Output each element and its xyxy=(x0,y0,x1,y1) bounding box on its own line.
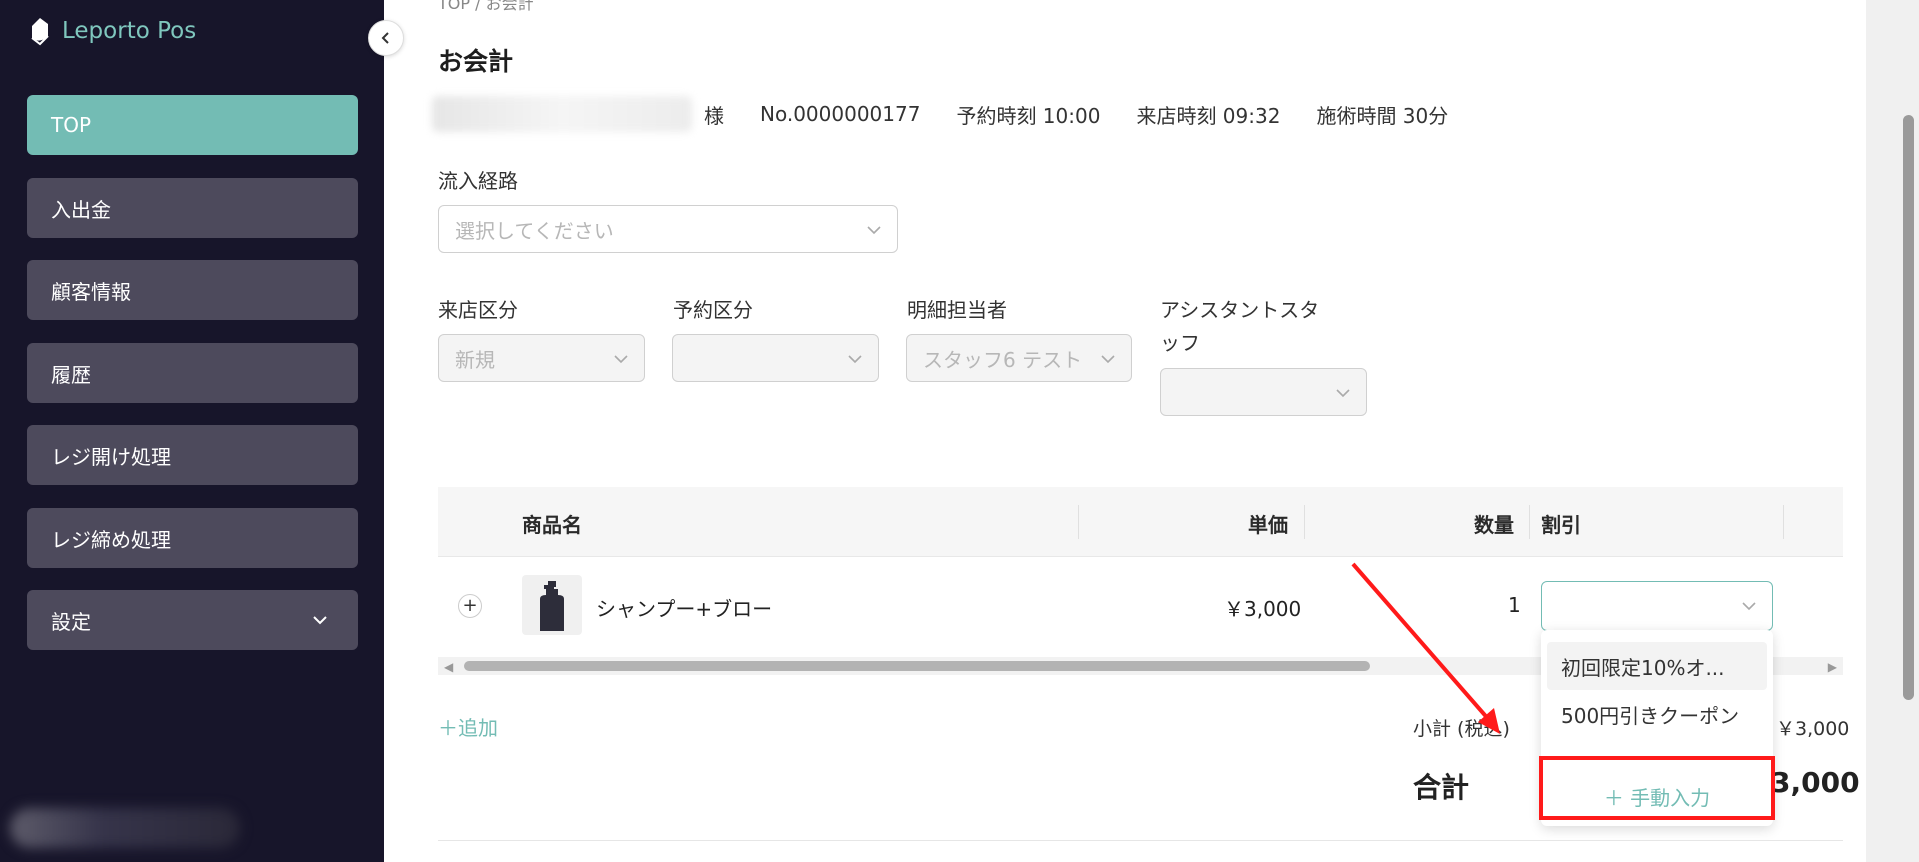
sidebar-collapse-button[interactable] xyxy=(368,20,404,56)
chevron-left-icon xyxy=(381,32,389,44)
shampoo-bottle-icon xyxy=(540,581,564,631)
sidebar-item-customer-info[interactable]: 顧客情報 xyxy=(27,260,358,320)
staff-label: 明細担当者 xyxy=(907,298,1007,322)
product-name: シャンプー+ブロー xyxy=(596,597,773,621)
table-header: 商品名 単価 数量 割引 xyxy=(438,487,1843,557)
arrival-time: 来店時刻 09:32 xyxy=(1136,103,1281,128)
sidebar-item-register-open[interactable]: レジ開け処理 xyxy=(27,425,358,485)
subtotal-value: ￥3,000 xyxy=(1776,718,1850,740)
sidebar: Leporto Pos TOP 入出金 顧客情報 履歴 レジ開け処理 レジ締め処… xyxy=(0,0,384,862)
chevron-down-icon xyxy=(1101,355,1115,364)
column-divider xyxy=(1078,505,1079,539)
manual-entry-button[interactable]: ＋ 手動入力 xyxy=(1541,772,1773,820)
staff-value: スタッフ6 テスト xyxy=(923,347,1083,372)
assistant-staff-label-line1: アシスタントスタ xyxy=(1160,298,1320,322)
column-divider xyxy=(1304,505,1305,539)
reservation-type-label: 予約区分 xyxy=(673,298,753,322)
chevron-down-icon xyxy=(867,226,881,235)
sidebar-item-label: レジ締め処理 xyxy=(51,527,171,552)
app-logo[interactable]: Leporto Pos xyxy=(28,16,196,46)
sidebar-item-label: 履歴 xyxy=(51,362,91,387)
logo-icon xyxy=(31,18,49,46)
sidebar-item-label: 入出金 xyxy=(51,197,111,222)
source-label: 流入経路 xyxy=(438,169,518,193)
user-profile-blurred[interactable] xyxy=(10,808,240,848)
product-image xyxy=(522,575,582,635)
visit-type-select[interactable]: 新規 xyxy=(438,334,645,382)
honorific: 様 xyxy=(704,103,724,128)
assistant-staff-label-line2: ッフ xyxy=(1160,331,1200,355)
scroll-left-arrow-icon[interactable]: ◀ xyxy=(444,660,453,674)
header-product: 商品名 xyxy=(522,513,582,537)
vertical-scrollbar-thumb[interactable] xyxy=(1903,115,1914,700)
visit-type-label: 来店区分 xyxy=(438,298,518,322)
sidebar-item-deposit-withdrawal[interactable]: 入出金 xyxy=(27,178,358,238)
visit-type-value: 新規 xyxy=(455,347,495,372)
unit-price: ￥3,000 xyxy=(1224,597,1302,621)
discount-dropdown: 初回限定10%オ... 500円引きクーポン ＋ 手動入力 xyxy=(1541,630,1773,826)
sidebar-item-settings[interactable]: 設定 xyxy=(27,590,358,650)
chevron-down-icon xyxy=(1336,389,1350,398)
reservation-type-select[interactable] xyxy=(672,334,879,382)
app-name: Leporto Pos xyxy=(62,18,197,44)
staff-select[interactable]: スタッフ6 テスト xyxy=(906,334,1132,382)
reserved-time: 予約時刻 10:00 xyxy=(956,103,1101,128)
chevron-down-icon xyxy=(313,616,327,625)
scroll-right-arrow-icon[interactable]: ▶ xyxy=(1828,660,1837,674)
source-placeholder: 選択してください xyxy=(455,218,614,243)
discount-option-500-yen[interactable]: 500円引きクーポン xyxy=(1547,690,1767,738)
reservation-info: 様 No.0000000177 予約時刻 10:00 来店時刻 09:32 施術… xyxy=(432,94,1484,134)
sidebar-item-label: 顧客情報 xyxy=(51,279,131,304)
header-discount: 割引 xyxy=(1541,513,1581,537)
customer-name-blurred xyxy=(432,96,692,132)
chevron-down-icon xyxy=(1742,602,1756,611)
total-label: 合計 xyxy=(1413,771,1470,804)
chevron-down-icon xyxy=(614,355,628,364)
sidebar-item-label: レジ開け処理 xyxy=(51,444,171,469)
sidebar-item-register-close[interactable]: レジ締め処理 xyxy=(27,508,358,568)
reservation-number: No.0000000177 xyxy=(760,102,921,126)
sidebar-item-history[interactable]: 履歴 xyxy=(27,343,358,403)
column-divider xyxy=(1783,505,1784,539)
sidebar-item-label: 設定 xyxy=(51,609,91,634)
discount-select[interactable] xyxy=(1541,581,1773,631)
sidebar-item-top[interactable]: TOP xyxy=(27,95,358,155)
header-unit-price: 単価 xyxy=(1248,513,1288,537)
horizontal-scrollbar-thumb[interactable] xyxy=(464,661,1370,671)
breadcrumb: TOP / お会計 xyxy=(438,0,534,13)
divider xyxy=(438,840,1843,841)
discount-option-first-visit[interactable]: 初回限定10%オ... xyxy=(1547,642,1767,690)
add-item-link[interactable]: ＋追加 xyxy=(438,712,498,741)
column-divider xyxy=(1529,505,1530,539)
chevron-down-icon xyxy=(848,355,862,364)
assistant-staff-select[interactable] xyxy=(1160,368,1367,416)
quantity[interactable]: 1 xyxy=(1508,593,1521,617)
page-title: お会計 xyxy=(438,47,514,76)
sidebar-item-label: TOP xyxy=(51,113,92,137)
source-select[interactable]: 選択してください xyxy=(438,205,898,253)
total-value: 3,000 xyxy=(1771,766,1860,799)
header-quantity: 数量 xyxy=(1474,513,1514,537)
treatment-duration: 施術時間 30分 xyxy=(1316,103,1449,128)
row-expand-button[interactable]: + xyxy=(458,594,482,618)
subtotal-label: 小計 (税込) xyxy=(1413,718,1510,740)
